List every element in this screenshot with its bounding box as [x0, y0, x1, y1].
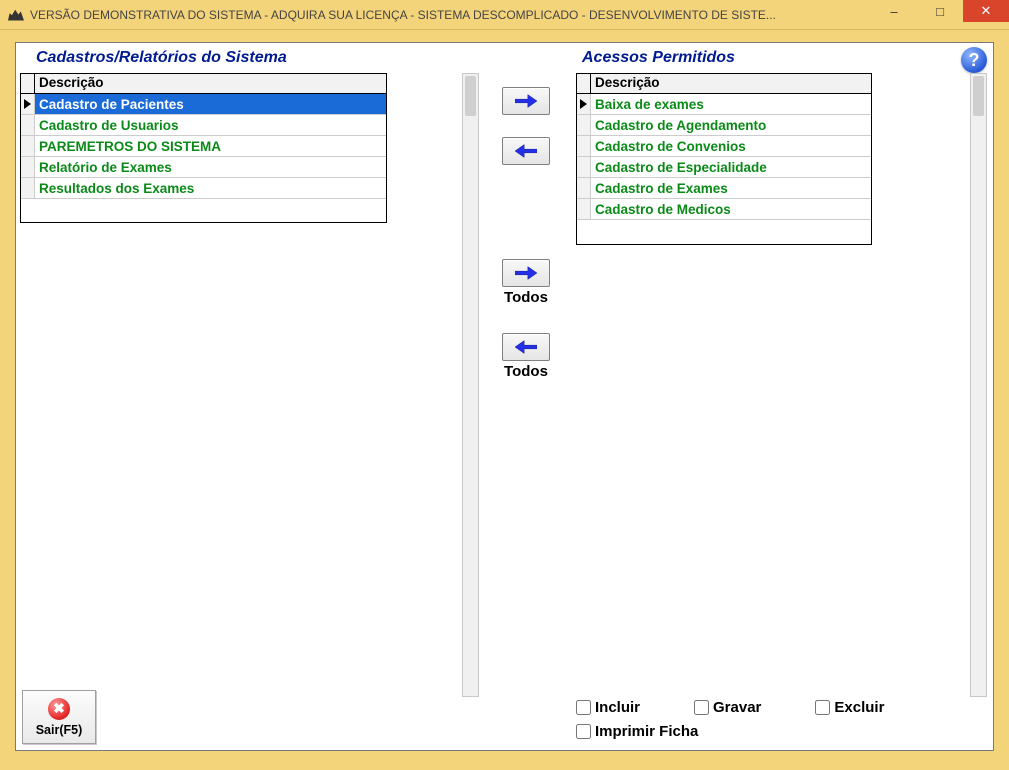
sair-button[interactable]: ✖ Sair(F5)	[22, 690, 96, 744]
checkbox-gravar[interactable]	[694, 700, 709, 715]
table-row[interactable]: Cadastro de Pacientes	[21, 94, 386, 115]
left-scrollbar[interactable]	[462, 73, 479, 697]
table-row[interactable]: Cadastro de Medicos	[577, 199, 871, 220]
arrow-right-icon	[515, 266, 537, 280]
row-label: PAREMETROS DO SISTEMA	[35, 136, 386, 156]
option-label: Imprimir Ficha	[595, 723, 698, 740]
cancel-icon: ✖	[48, 698, 70, 720]
row-indicator	[21, 94, 35, 114]
row-indicator	[21, 157, 35, 177]
row-label: Cadastro de Especialidade	[591, 157, 871, 177]
row-label: Resultados dos Exames	[35, 178, 386, 198]
option-row-2: Imprimir Ficha	[576, 723, 698, 740]
app-icon	[8, 9, 24, 21]
option-gravar[interactable]: Gravar	[694, 699, 761, 716]
arrow-right-icon	[515, 94, 537, 108]
row-indicator	[577, 178, 591, 198]
row-label: Cadastro de Convenios	[591, 136, 871, 156]
main-panel: Cadastros/Relatórios do Sistema Acessos …	[15, 42, 994, 751]
option-label: Excluir	[834, 699, 884, 716]
table-row[interactable]: Cadastro de Exames	[577, 178, 871, 199]
grid-gutter-header	[577, 74, 591, 93]
row-label: Cadastro de Exames	[591, 178, 871, 198]
row-indicator	[577, 136, 591, 156]
scrollbar-thumb[interactable]	[973, 76, 984, 116]
close-button[interactable]: ✕	[963, 0, 1009, 22]
option-incluir[interactable]: Incluir	[576, 699, 640, 716]
table-row[interactable]: Baixa de exames	[577, 94, 871, 115]
row-indicator	[577, 199, 591, 219]
table-row[interactable]: Cadastro de Especialidade	[577, 157, 871, 178]
maximize-button[interactable]: □	[917, 0, 963, 22]
move-all-right-label: Todos	[496, 289, 556, 306]
move-all-left-button[interactable]	[502, 333, 550, 361]
grid-header: Descrição	[577, 74, 871, 94]
table-row[interactable]: PAREMETROS DO SISTEMA	[21, 136, 386, 157]
arrow-left-icon	[515, 340, 537, 354]
sair-label: Sair(F5)	[36, 723, 83, 737]
allowed-grid[interactable]: Descrição Baixa de examesCadastro de Age…	[576, 73, 872, 245]
checkbox-incluir[interactable]	[576, 700, 591, 715]
grid-rows: Baixa de examesCadastro de AgendamentoCa…	[577, 94, 871, 244]
table-row[interactable]: Relatório de Exames	[21, 157, 386, 178]
minimize-button[interactable]: –	[871, 0, 917, 22]
title-bar: VERSÃO DEMONSTRATIVA DO SISTEMA - ADQUIR…	[0, 0, 1009, 30]
option-imprimir-ficha[interactable]: Imprimir Ficha	[576, 723, 698, 740]
row-label: Relatório de Exames	[35, 157, 386, 177]
option-row-1: Incluir Gravar Excluir	[576, 699, 884, 716]
move-all-left-label: Todos	[496, 363, 556, 380]
row-label: Cadastro de Pacientes	[35, 94, 386, 114]
left-heading: Cadastros/Relatórios do Sistema	[36, 49, 287, 67]
right-scrollbar[interactable]	[970, 73, 987, 697]
window-controls: – □ ✕	[871, 0, 1009, 22]
checkbox-excluir[interactable]	[815, 700, 830, 715]
table-row[interactable]: Cadastro de Convenios	[577, 136, 871, 157]
move-right-button[interactable]	[502, 87, 550, 115]
column-header: Descrição	[591, 74, 871, 93]
row-indicator	[577, 157, 591, 177]
row-indicator	[577, 94, 591, 114]
row-label: Cadastro de Usuarios	[35, 115, 386, 135]
row-indicator	[21, 115, 35, 135]
table-row[interactable]: Cadastro de Agendamento	[577, 115, 871, 136]
scrollbar-thumb[interactable]	[465, 76, 476, 116]
checkbox-imprimir-ficha[interactable]	[576, 724, 591, 739]
row-label: Cadastro de Medicos	[591, 199, 871, 219]
option-excluir[interactable]: Excluir	[815, 699, 884, 716]
table-row[interactable]: Cadastro de Usuarios	[21, 115, 386, 136]
grid-header: Descrição	[21, 74, 386, 94]
window-title: VERSÃO DEMONSTRATIVA DO SISTEMA - ADQUIR…	[30, 8, 1009, 22]
column-header: Descrição	[35, 74, 386, 93]
available-grid[interactable]: Descrição Cadastro de PacientesCadastro …	[20, 73, 387, 223]
help-icon[interactable]: ?	[961, 47, 987, 73]
row-indicator	[21, 178, 35, 198]
grid-rows: Cadastro de PacientesCadastro de Usuario…	[21, 94, 386, 222]
right-heading: Acessos Permitidos	[582, 49, 735, 67]
arrow-left-icon	[515, 144, 537, 158]
option-label: Incluir	[595, 699, 640, 716]
row-indicator	[577, 115, 591, 135]
option-label: Gravar	[713, 699, 761, 716]
row-label: Baixa de exames	[591, 94, 871, 114]
table-row[interactable]: Resultados dos Exames	[21, 178, 386, 199]
grid-gutter-header	[21, 74, 35, 93]
move-all-right-button[interactable]	[502, 259, 550, 287]
row-label: Cadastro de Agendamento	[591, 115, 871, 135]
move-left-button[interactable]	[502, 137, 550, 165]
row-indicator	[21, 136, 35, 156]
outer-stage: Cadastros/Relatórios do Sistema Acessos …	[10, 32, 999, 756]
